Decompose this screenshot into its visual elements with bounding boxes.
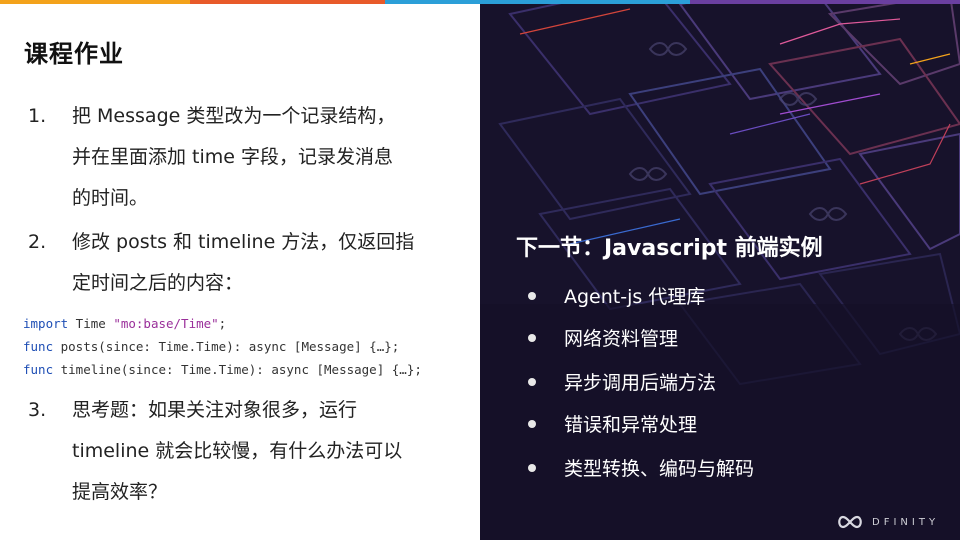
code-line-1: import Time "mo:base/Time"; bbox=[23, 316, 226, 331]
bullet-icon bbox=[528, 464, 536, 472]
code-tail: ; bbox=[218, 316, 227, 331]
homework-item-text: 把 Message 类型改为一个记录结构， 并在里面添加 time 字段，记录发… bbox=[72, 96, 472, 219]
homework-item-number: 1. bbox=[28, 105, 47, 127]
homework-line: 提高效率？ bbox=[72, 481, 168, 503]
code-keyword: func bbox=[23, 362, 54, 377]
list-item-label: 网络资料管理 bbox=[564, 328, 679, 350]
code-text: posts(since: Time.Time): async [Message]… bbox=[53, 339, 400, 354]
bullet-icon bbox=[528, 378, 536, 386]
homework-item-1: 1. 把 Message 类型改为一个记录结构， 并在里面添加 time 字段，… bbox=[24, 96, 474, 221]
code-text: Time bbox=[68, 316, 114, 331]
next-lesson-title: 下一节：Javascript 前端实例 bbox=[516, 236, 823, 261]
bullet-icon bbox=[528, 334, 536, 342]
homework-line: 把 Message 类型改为一个记录结构， bbox=[72, 105, 396, 127]
homework-item-2: 2. 修改 posts 和 timeline 方法，仅返回指 定时间之后的内容： bbox=[24, 222, 474, 306]
homework-item-3: 3. 思考题：如果关注对象很多，运行 timeline 就会比较慢，有什么办法可… bbox=[24, 390, 474, 515]
code-keyword: func bbox=[23, 339, 54, 354]
homework-panel: 课程作业 1. 把 Message 类型改为一个记录结构， 并在里面添加 tim… bbox=[0, 4, 480, 540]
bullet-icon bbox=[528, 292, 536, 300]
homework-item-text: 思考题：如果关注对象很多，运行 timeline 就会比较慢，有什么办法可以 提… bbox=[72, 390, 472, 513]
homework-line: 修改 posts 和 timeline 方法，仅返回指 bbox=[72, 231, 415, 253]
homework-line: timeline 就会比较慢，有什么办法可以 bbox=[72, 440, 403, 462]
list-item-label: 类型转换、编码与解码 bbox=[564, 458, 755, 480]
homework-item-number: 2. bbox=[28, 231, 47, 253]
dfinity-logo: DFINITY bbox=[836, 514, 939, 530]
homework-line: 并在里面添加 time 字段，记录发消息 bbox=[72, 146, 394, 168]
code-keyword: import bbox=[23, 316, 69, 331]
bullet-icon bbox=[528, 420, 536, 428]
code-string: "mo:base/Time" bbox=[113, 316, 219, 331]
next-lesson-panel: 下一节：Javascript 前端实例 Agent-js 代理库 网络资料管理 … bbox=[480, 4, 960, 540]
infinity-icon bbox=[838, 515, 862, 529]
code-text: timeline(since: Time.Time): async [Messa… bbox=[53, 362, 422, 377]
homework-line: 定时间之后的内容： bbox=[72, 272, 244, 294]
homework-item-text: 修改 posts 和 timeline 方法，仅返回指 定时间之后的内容： bbox=[72, 222, 472, 304]
code-line-2: func posts(since: Time.Time): async [Mes… bbox=[23, 339, 399, 354]
homework-line: 的时间。 bbox=[72, 187, 149, 209]
homework-line: 思考题：如果关注对象很多，运行 bbox=[72, 399, 358, 421]
logo-text: DFINITY bbox=[872, 516, 940, 528]
homework-item-number: 3. bbox=[28, 399, 47, 421]
list-item-label: 错误和异常处理 bbox=[564, 414, 698, 436]
homework-title: 课程作业 bbox=[24, 40, 124, 68]
list-item-label: 异步调用后端方法 bbox=[564, 372, 717, 394]
list-item-label: Agent-js 代理库 bbox=[564, 286, 706, 308]
code-line-3: func timeline(since: Time.Time): async [… bbox=[23, 362, 422, 377]
